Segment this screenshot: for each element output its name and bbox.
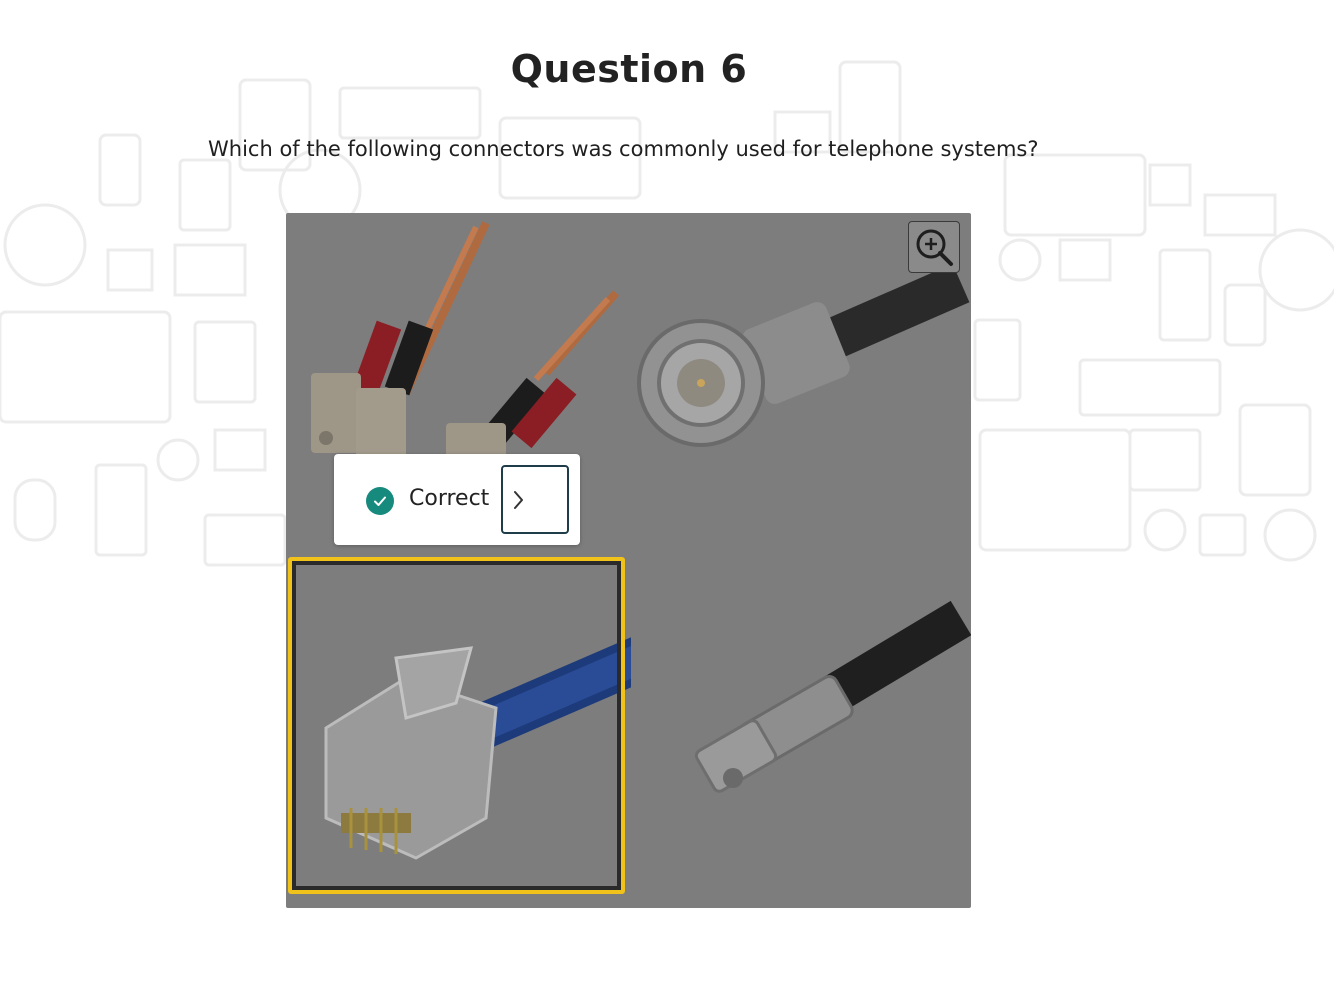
feedback-status: Correct xyxy=(409,486,490,511)
option-f-type-connector[interactable] xyxy=(631,558,971,898)
question-text: Which of the following connectors was co… xyxy=(208,137,1039,161)
answer-image-grid xyxy=(286,213,971,908)
feedback-popup: Correct xyxy=(334,454,580,545)
zoom-in-button[interactable] xyxy=(908,221,960,273)
option-fiber-sc-connector[interactable] xyxy=(286,213,626,463)
selected-answer-inner-border xyxy=(292,561,621,890)
next-button[interactable] xyxy=(501,465,569,534)
chevron-right-icon xyxy=(514,491,523,509)
selected-answer-highlight xyxy=(288,557,625,894)
question-title: Question 6 xyxy=(510,47,748,92)
zoom-in-icon xyxy=(916,229,953,266)
check-circle-icon xyxy=(366,487,394,515)
